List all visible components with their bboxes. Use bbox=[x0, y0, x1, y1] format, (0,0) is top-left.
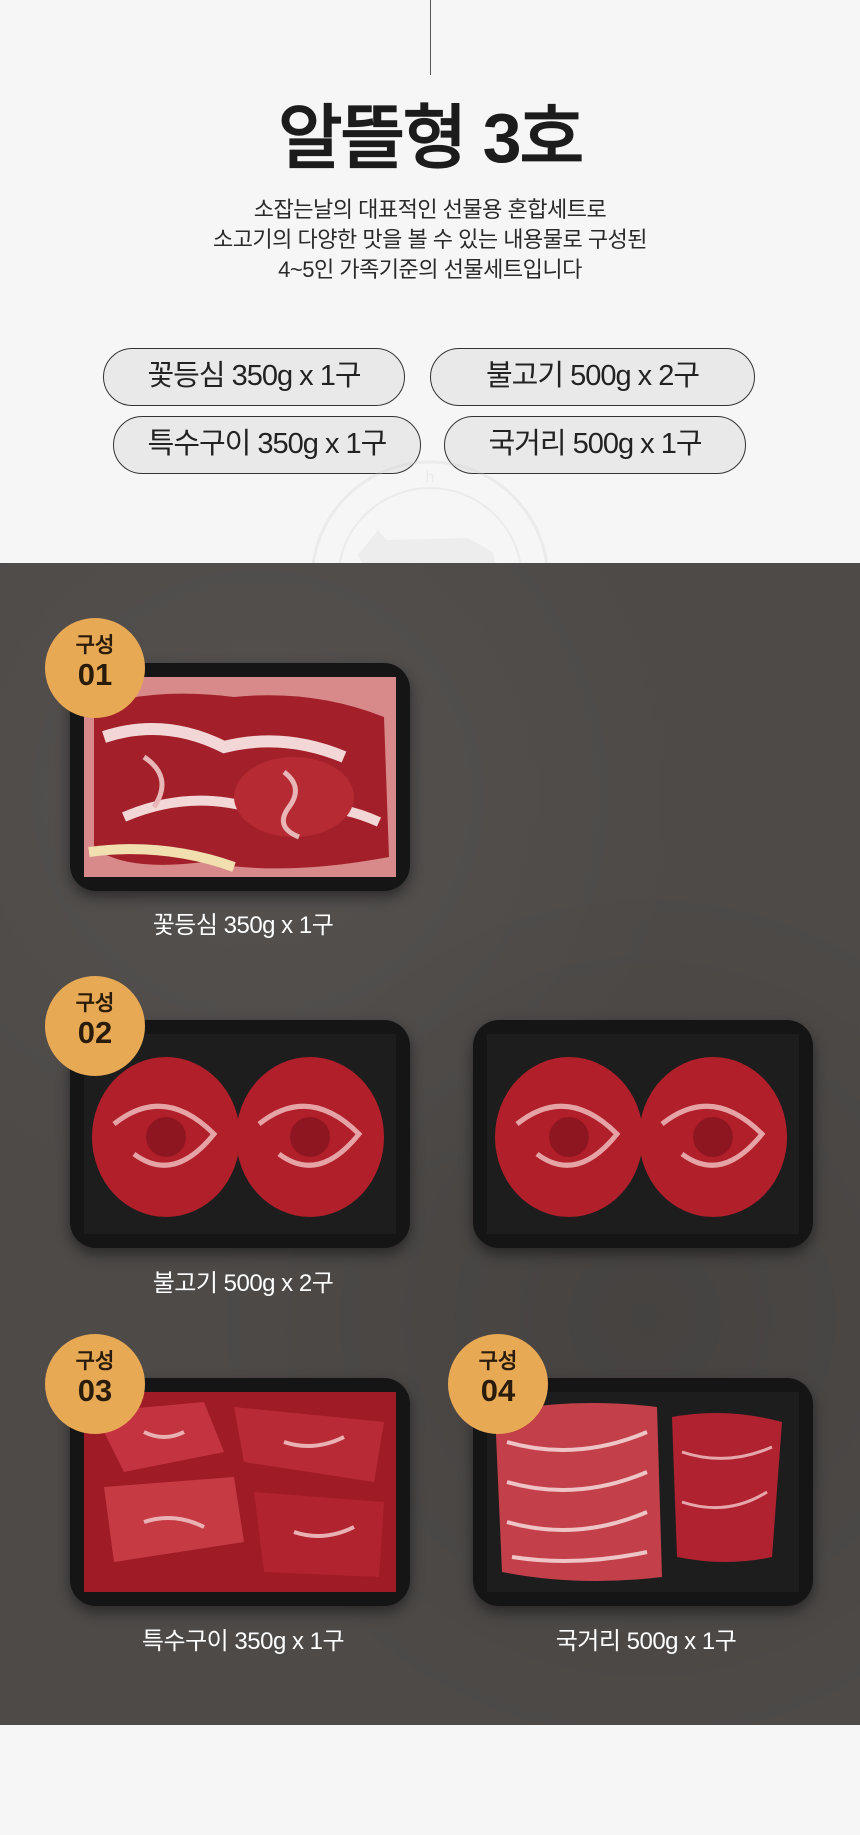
badge-label: 구성 bbox=[75, 1350, 115, 1373]
tray-inner bbox=[84, 677, 396, 877]
tray-inner bbox=[84, 1034, 396, 1234]
badge-label: 구성 bbox=[478, 1350, 518, 1373]
soup-cuts-meat-image bbox=[487, 1392, 799, 1592]
badge-number: 01 bbox=[77, 657, 113, 692]
product-description: 소잡는날의 대표적인 선물용 혼합세트로 소고기의 다양한 맛을 볼 수 있는 … bbox=[0, 195, 860, 285]
badge-label: 구성 bbox=[75, 992, 115, 1015]
badge-number: 04 bbox=[480, 1373, 516, 1408]
description-line: 4~5인 가족기준의 선물세트입니다 bbox=[278, 257, 582, 282]
component-caption-03: 특수구이 350g x 1구 bbox=[141, 1628, 345, 1655]
product-title: 알뜰형 3호 bbox=[278, 99, 584, 177]
meat-tray-02b bbox=[473, 1020, 813, 1248]
bottom-spacer bbox=[0, 1725, 860, 1835]
special-cuts-meat-image bbox=[84, 1392, 396, 1592]
component-caption-04: 국거리 500g x 1구 bbox=[555, 1628, 737, 1655]
composition-pill-ribeye: 꽃등심 350g x 1구 bbox=[103, 348, 405, 406]
description-line: 소잡는날의 대표적인 선물용 혼합세트로 bbox=[253, 197, 607, 222]
description-line: 소고기의 다양한 맛을 볼 수 있는 내용물로 구성된 bbox=[212, 227, 648, 252]
component-badge-02: 구성 02 bbox=[45, 976, 145, 1076]
watermark-letters-top: h bbox=[426, 469, 435, 486]
tray-inner bbox=[487, 1392, 799, 1592]
component-caption-02: 불고기 500g x 2구 bbox=[152, 1270, 334, 1297]
bulgogi-meat-image bbox=[84, 1034, 396, 1234]
components-section: 구성 01 꽃등심 350g x 1구 구성 02 불고기 500g x 2구 … bbox=[0, 563, 860, 1725]
tray-inner bbox=[487, 1034, 799, 1234]
tray-inner bbox=[84, 1392, 396, 1592]
badge-label: 구성 bbox=[75, 634, 115, 657]
composition-pill-special: 불고기 500g x 2구 bbox=[430, 348, 755, 406]
component-badge-01: 구성 01 bbox=[45, 618, 145, 718]
badge-number: 03 bbox=[77, 1373, 113, 1408]
ribeye-meat-image bbox=[84, 677, 396, 877]
badge-number: 02 bbox=[77, 1015, 113, 1050]
bulgogi-meat-image bbox=[487, 1034, 799, 1234]
divider-line bbox=[430, 0, 431, 75]
component-badge-03: 구성 03 bbox=[45, 1334, 145, 1434]
component-caption-01: 꽃등심 350g x 1구 bbox=[152, 912, 334, 939]
component-badge-04: 구성 04 bbox=[448, 1334, 548, 1434]
